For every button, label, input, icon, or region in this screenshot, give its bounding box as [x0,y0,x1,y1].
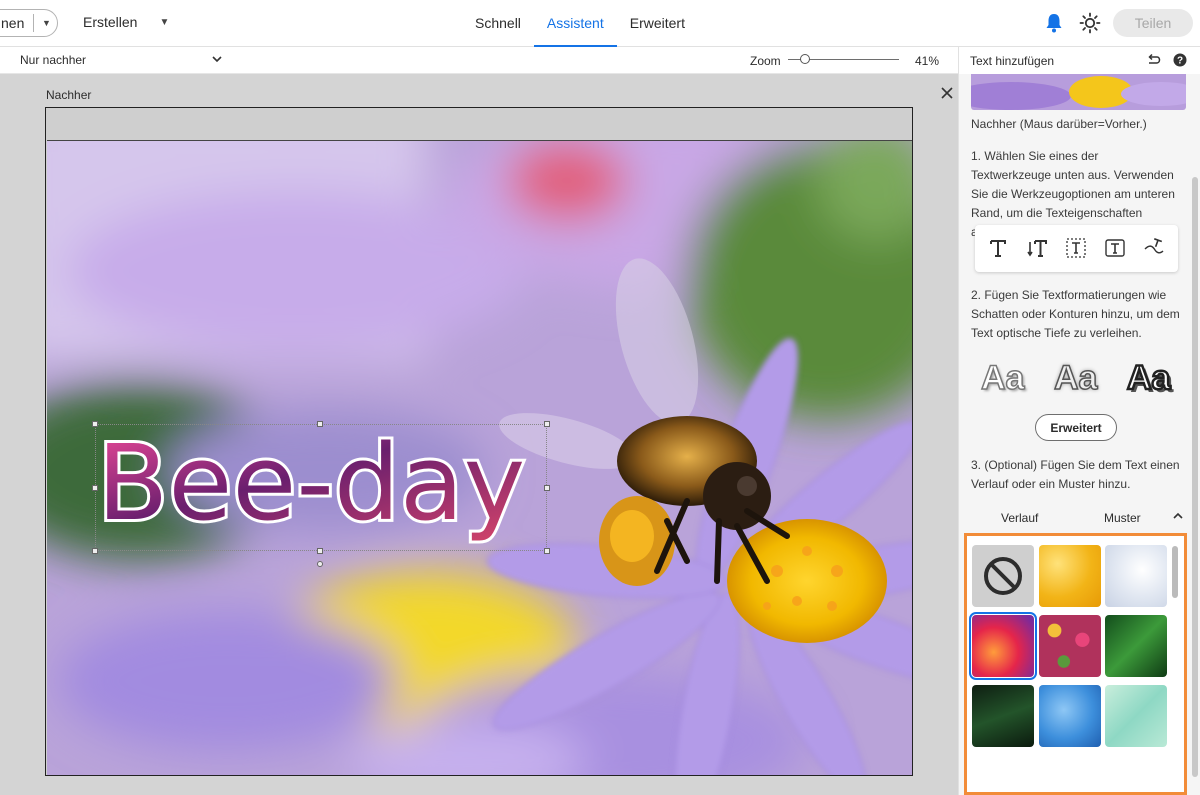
transform-handle[interactable] [544,548,550,554]
preview-thumbnail[interactable] [971,74,1186,110]
swatch-red-watercolor[interactable] [969,612,1037,680]
swatch-blue-glitter[interactable] [1039,685,1101,747]
tab-guided[interactable]: Assistent [533,0,617,47]
rotate-handle[interactable] [317,561,323,567]
swatch-green-leaves[interactable] [1105,615,1167,677]
transform-handle[interactable] [92,421,98,427]
view-toolbar: Nur nachher Zoom 41% [0,47,958,74]
document-frame: Bee-day [45,107,913,776]
reset-icon[interactable] [1147,53,1161,67]
zoom-label: Zoom [750,54,781,68]
transform-handle[interactable] [544,421,550,427]
mode-tabs: Schnell Assistent Erweitert [462,0,698,47]
swatch-scrollbar[interactable] [1172,546,1178,598]
horizontal-type-icon[interactable] [987,237,1009,259]
text-on-selection-icon[interactable] [1065,237,1087,259]
top-bar: nen ▼ Erstellen ▼ Schnell Assistent Erwe… [0,0,1200,47]
panel-scrollbar[interactable] [1192,177,1198,777]
text-on-shape-icon[interactable] [1104,237,1126,259]
create-label[interactable]: Erstellen [83,14,137,30]
transform-handle[interactable] [92,485,98,491]
view-mode-select[interactable]: Nur nachher [20,53,86,67]
pattern-swatch-grid [964,533,1187,795]
swatch-gold-foil[interactable] [1039,545,1101,607]
chevron-up-icon[interactable] [1172,510,1184,522]
tab-pattern[interactable]: Muster [1104,511,1141,525]
chevron-down-icon[interactable] [210,52,224,66]
transform-handle[interactable] [544,485,550,491]
no-pattern-icon [984,557,1022,595]
tab-gradient[interactable]: Verlauf [1001,511,1038,525]
after-view-label: Nachher [46,88,92,102]
zoom-value: 41% [915,54,940,68]
close-icon[interactable] [940,86,954,100]
advanced-button[interactable]: Erweitert [1035,414,1117,441]
style-outline-preset[interactable]: Aa [1126,358,1172,399]
step3-instructions: 3. (Optional) Fügen Sie dem Text einen V… [971,458,1180,491]
swatch-snow-bokeh[interactable] [1105,545,1167,607]
text-selection-box[interactable] [95,424,547,551]
style-shadow-preset[interactable]: Aa [980,358,1025,398]
canvas-area: Nachher Bee-day [0,74,958,795]
transform-handle[interactable] [317,548,323,554]
step2-instructions: 2. Fügen Sie Textformatierungen wie Scha… [971,288,1180,340]
tab-quick[interactable]: Schnell [462,0,534,47]
share-button[interactable]: Teilen [1113,9,1193,37]
swatch-none[interactable] [972,545,1034,607]
style-glow-preset[interactable]: Aa [1053,358,1098,398]
thumbnail-caption: Nachher (Maus darüber=Vorher.) [971,117,1147,131]
swatch-dark-leaves[interactable] [972,685,1034,747]
panel-title: Text hinzufügen [970,54,1055,68]
help-icon[interactable]: ? [1173,53,1187,67]
svg-text:?: ? [1177,56,1183,67]
vertical-type-icon[interactable] [1026,237,1048,259]
tab-expert[interactable]: Erweitert [617,0,698,47]
text-tools [975,225,1178,272]
open-label[interactable]: nen [0,15,33,31]
text-on-path-icon[interactable] [1143,237,1165,259]
create-dropdown-icon[interactable]: ▼ [159,17,169,28]
open-button[interactable]: nen ▼ [0,9,58,37]
theme-sun-icon[interactable] [1079,12,1101,34]
swatch-flowers[interactable] [1039,615,1101,677]
swatch-aqua-water[interactable] [1105,685,1167,747]
transform-handle[interactable] [92,548,98,554]
bee-photo[interactable]: Bee-day [47,140,912,775]
transform-handle[interactable] [317,421,323,427]
panel-header: Text hinzufügen ? [959,47,1200,74]
zoom-slider-thumb[interactable] [800,54,810,64]
guided-panel: Text hinzufügen ? Nachher (Maus darüber=… [958,47,1200,795]
open-dropdown-icon[interactable]: ▼ [34,18,51,28]
bell-icon[interactable] [1045,13,1063,33]
create-menu[interactable]: Erstellen ▼ [83,14,169,30]
